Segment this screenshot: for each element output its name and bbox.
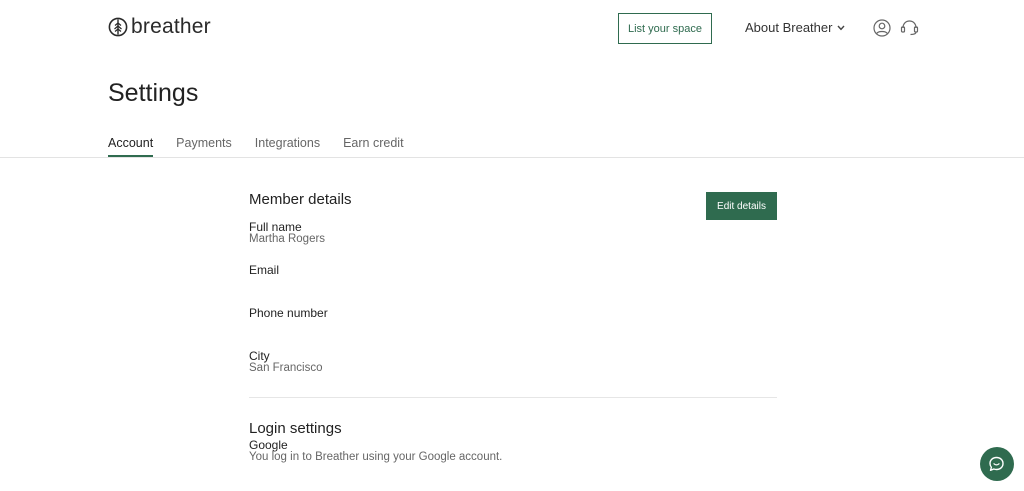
phone-number-label: Phone number <box>249 306 328 320</box>
edit-details-button[interactable]: Edit details <box>706 192 777 220</box>
login-provider: Google <box>249 438 288 452</box>
city-label: City <box>249 349 270 363</box>
tab-earn-credit[interactable]: Earn credit <box>343 136 403 156</box>
list-your-space-button[interactable]: List your space <box>618 13 712 44</box>
chat-button[interactable] <box>980 447 1014 481</box>
tab-integrations[interactable]: Integrations <box>255 136 320 156</box>
login-description: You log in to Breather using your Google… <box>249 451 503 463</box>
tabs-divider <box>0 157 1024 158</box>
tab-payments[interactable]: Payments <box>176 136 232 156</box>
chat-bubbles-icon <box>989 456 1004 471</box>
settings-tabs: Account Payments Integrations Earn credi… <box>108 136 427 157</box>
page-title: Settings <box>108 79 199 107</box>
settings-page: breather List your space About Breather … <box>0 0 1024 491</box>
login-settings-title: Login settings <box>249 420 342 437</box>
breather-logo[interactable]: breather <box>108 16 211 38</box>
section-divider <box>249 397 777 398</box>
city-value: San Francisco <box>249 362 323 374</box>
tree-logo-icon <box>108 17 128 37</box>
full-name-value: Martha Rogers <box>249 233 326 245</box>
about-breather-menu[interactable]: About Breather <box>745 20 845 35</box>
full-name-label: Full name <box>249 220 302 234</box>
user-account-icon[interactable] <box>873 19 891 37</box>
tab-account[interactable]: Account <box>108 136 154 157</box>
member-details-title: Member details <box>249 191 352 208</box>
logo-text: breather <box>131 15 211 38</box>
about-breather-label: About Breather <box>745 20 833 35</box>
chevron-down-icon <box>837 25 845 30</box>
headset-support-icon[interactable] <box>900 18 919 37</box>
email-label: Email <box>249 263 280 277</box>
